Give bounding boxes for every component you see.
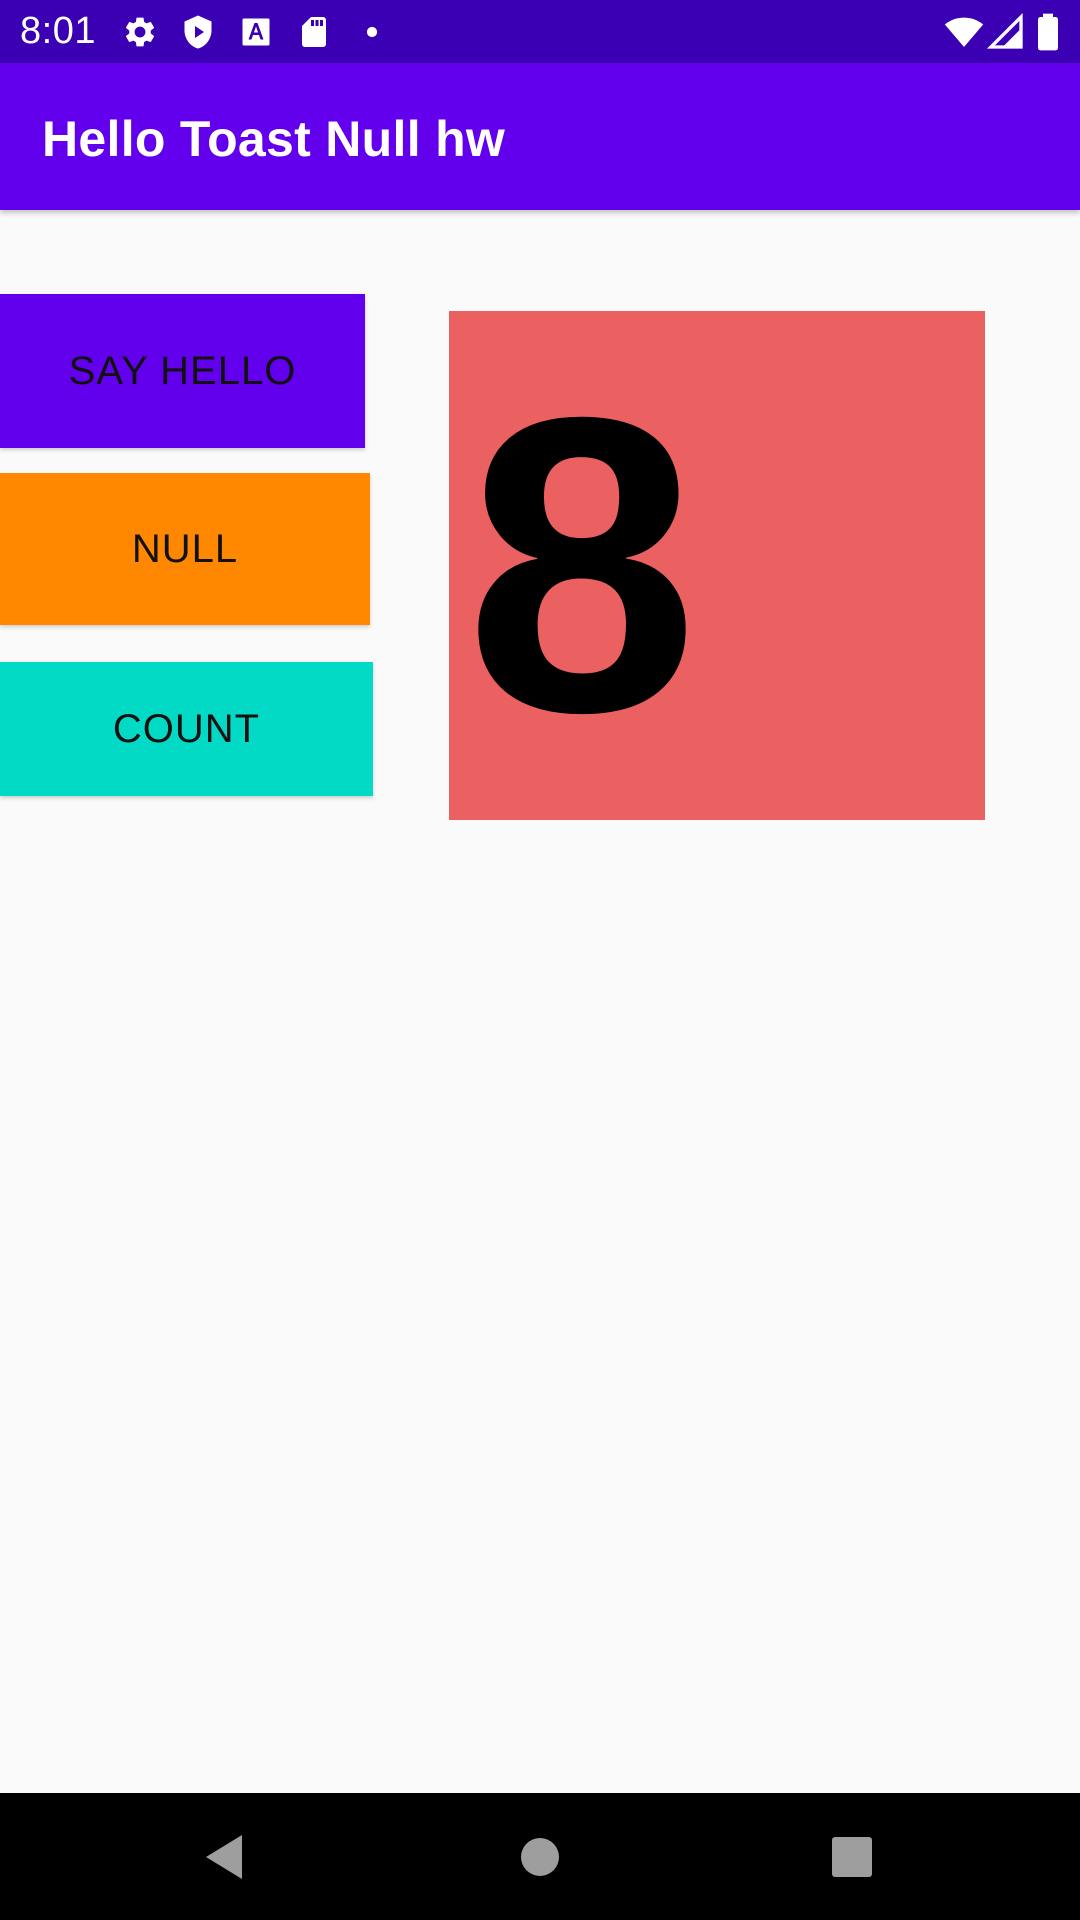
app-title: Hello Toast Null hw xyxy=(42,111,506,167)
status-time: 8:01 xyxy=(20,10,96,52)
count-display: 8 xyxy=(449,311,985,820)
play-protect-icon xyxy=(184,15,212,49)
cell-signal-icon xyxy=(986,12,1023,49)
status-bar: 8:01 xyxy=(0,0,1080,63)
count-label: COUNT xyxy=(112,706,261,751)
say-hello-button[interactable]: SAY HELLO xyxy=(0,294,365,448)
font-a-icon xyxy=(242,18,270,46)
battery-icon xyxy=(1038,13,1058,51)
app-bar: Hello Toast Null hw xyxy=(0,63,1080,210)
sd-card-icon xyxy=(302,17,326,47)
count-button[interactable]: COUNT xyxy=(0,662,373,796)
home-icon[interactable] xyxy=(512,1829,568,1885)
null-label: NULL xyxy=(131,526,239,571)
gear-icon xyxy=(125,17,155,47)
count-value: 8 xyxy=(465,331,699,800)
back-icon[interactable] xyxy=(198,1829,254,1885)
wifi-icon xyxy=(944,17,984,47)
recents-icon[interactable] xyxy=(824,1829,880,1885)
dot-icon xyxy=(366,26,378,38)
say-hello-label: SAY HELLO xyxy=(68,348,297,393)
null-button[interactable]: NULL xyxy=(0,473,370,625)
navigation-bar xyxy=(0,1793,1080,1920)
